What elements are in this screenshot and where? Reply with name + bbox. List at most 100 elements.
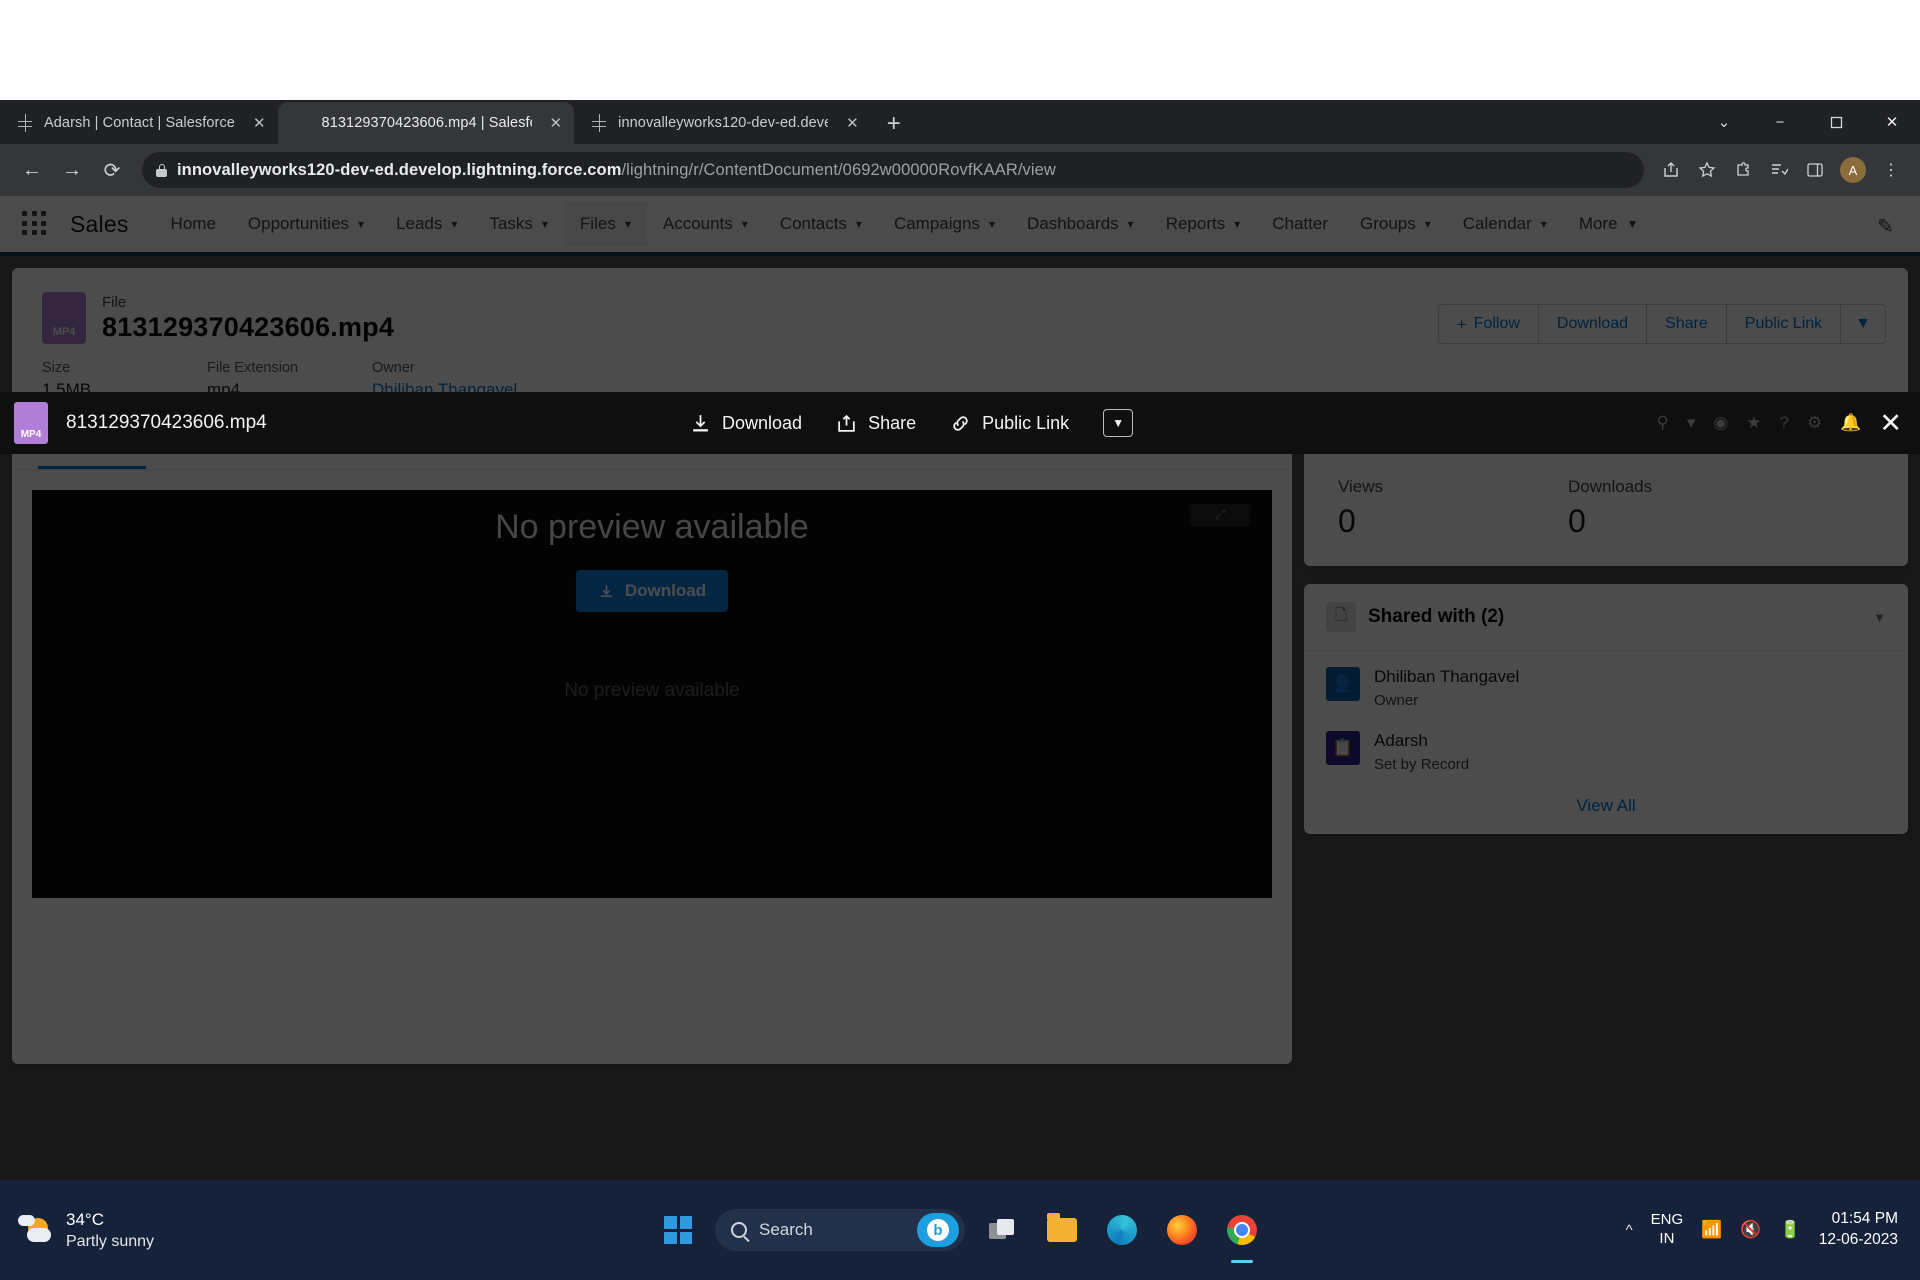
notifications-icon[interactable]: 🔔 bbox=[1840, 413, 1861, 433]
preview-download-button[interactable]: Download bbox=[575, 570, 729, 612]
weather-temp: 34°C bbox=[66, 1209, 104, 1229]
nav-item-calendar[interactable]: Calendar ▾ bbox=[1447, 202, 1563, 246]
share-button[interactable]: Share bbox=[1646, 304, 1726, 344]
nav-label: Files bbox=[579, 214, 616, 233]
pencil-icon[interactable]: ✎ bbox=[1877, 214, 1894, 239]
lang-line2: IN bbox=[1659, 1230, 1675, 1247]
weather-condition: Partly sunny bbox=[66, 1232, 155, 1250]
volume-muted-icon[interactable]: 🔇 bbox=[1740, 1220, 1761, 1240]
metric-views: Views 0 bbox=[1338, 477, 1568, 540]
close-icon[interactable]: ✕ bbox=[542, 114, 563, 132]
weather-widget[interactable]: 34°C Partly sunny bbox=[0, 1210, 154, 1251]
bookmark-star-icon[interactable] bbox=[1690, 153, 1724, 187]
page-title: 813129370423606.mp4 bbox=[102, 312, 395, 342]
nav-item-contacts[interactable]: Contacts ▾ bbox=[764, 202, 878, 246]
reading-list-icon[interactable] bbox=[1762, 153, 1796, 187]
battery-icon[interactable]: 🔋 bbox=[1780, 1220, 1801, 1240]
engagement-metrics: Views 0 Downloads 0 bbox=[1304, 459, 1908, 566]
overlay-more-button[interactable]: ▼ bbox=[1103, 409, 1134, 437]
nav-item-accounts[interactable]: Accounts ▾ bbox=[647, 202, 764, 246]
setup-assistant-icon[interactable]: ◉ bbox=[1713, 413, 1728, 433]
nav-item-campaigns[interactable]: Campaigns ▾ bbox=[878, 202, 1011, 246]
bing-chat-icon[interactable]: b bbox=[917, 1213, 959, 1247]
chevron-down-icon: ▾ bbox=[1234, 217, 1241, 231]
overlay-share-button[interactable]: Share bbox=[836, 413, 916, 434]
search-icon[interactable]: ⚲ bbox=[1656, 413, 1668, 433]
language-indicator[interactable]: ENG IN bbox=[1651, 1211, 1684, 1249]
nav-item-reports[interactable]: Reports ▾ bbox=[1150, 202, 1257, 246]
list-item[interactable]: 📋 Adarsh Set by Record bbox=[1304, 715, 1908, 779]
avatar[interactable]: A bbox=[1840, 157, 1866, 183]
favorites-icon[interactable]: ★ bbox=[1746, 413, 1761, 433]
sidepanel-icon[interactable] bbox=[1798, 153, 1832, 187]
share-icon[interactable] bbox=[1654, 153, 1688, 187]
nav-item-dashboards[interactable]: Dashboards ▾ bbox=[1011, 202, 1150, 246]
download-button[interactable]: Download bbox=[1537, 304, 1647, 344]
close-window-button[interactable]: ✕ bbox=[1864, 100, 1920, 144]
button-label: Download bbox=[624, 581, 707, 600]
nav-item-home[interactable]: Home bbox=[155, 202, 232, 246]
clock[interactable]: 01:54 PM 12-06-2023 bbox=[1819, 1209, 1898, 1251]
app-launcher-icon[interactable] bbox=[22, 211, 48, 237]
maximize-button[interactable] bbox=[1808, 100, 1864, 144]
new-tab-button[interactable]: + bbox=[871, 104, 917, 144]
system-tray: ^ ENG IN 📶 🔇 🔋 01:54 PM 12-06-2023 bbox=[1626, 1209, 1920, 1251]
edge-icon[interactable] bbox=[1099, 1207, 1145, 1253]
chrome-icon[interactable] bbox=[1219, 1207, 1265, 1263]
chevron-down-icon[interactable]: ▼ bbox=[1873, 610, 1886, 625]
metric-downloads: Downloads 0 bbox=[1568, 477, 1798, 540]
chevron-down-icon: ▾ bbox=[624, 217, 631, 231]
list-item[interactable]: 👤 Dhiliban Thangavel Owner bbox=[1304, 651, 1908, 715]
task-view-icon[interactable] bbox=[979, 1207, 1025, 1253]
firefox-icon[interactable] bbox=[1159, 1207, 1205, 1253]
address-bar[interactable]: innovalleyworks120-dev-ed.develop.lightn… bbox=[142, 152, 1644, 188]
nav-item-more[interactable]: More ▼ bbox=[1563, 202, 1655, 246]
nav-item-groups[interactable]: Groups ▾ bbox=[1344, 202, 1447, 246]
follow-button[interactable]: + Follow bbox=[1437, 304, 1538, 344]
chevron-down-icon: ▾ bbox=[1540, 217, 1547, 231]
shared-with-header[interactable]: 🗋 Shared with (2) ▼ bbox=[1304, 584, 1908, 651]
browser-tab[interactable]: Adarsh | Contact | Salesforce ✕ bbox=[0, 102, 278, 144]
browser-tab-active[interactable]: 813129370423606.mp4 | Salesfor ✕ bbox=[277, 102, 575, 144]
help-icon[interactable]: ? bbox=[1779, 413, 1788, 433]
expand-icon[interactable]: ⤢ bbox=[1190, 504, 1250, 526]
file-explorer-icon[interactable] bbox=[1039, 1207, 1085, 1253]
nav-label: Calendar bbox=[1462, 214, 1532, 233]
nav-item-chatter[interactable]: Chatter bbox=[1256, 202, 1344, 246]
wifi-icon[interactable]: 📶 bbox=[1701, 1220, 1722, 1240]
nav-item-opportunities[interactable]: Opportunities ▾ bbox=[232, 202, 380, 246]
file-preview-overlay-header: MP4 813129370423606.mp4 Download Share P… bbox=[0, 392, 1920, 454]
reload-button[interactable]: ⟳ bbox=[92, 150, 132, 190]
right-rail: File Engagement i Views 0 Downloads 0 bbox=[1304, 414, 1908, 852]
share-icon bbox=[838, 414, 855, 432]
start-button[interactable] bbox=[655, 1207, 701, 1253]
browser-tab[interactable]: innovalleyworks120-dev-ed.deve ✕ bbox=[574, 102, 871, 144]
overlay-public-link-button[interactable]: Public Link bbox=[950, 413, 1069, 434]
forward-button[interactable]: → bbox=[52, 150, 92, 190]
windows-taskbar: 34°C Partly sunny Search b ^ ENG IN 📶 🔇 … bbox=[0, 1180, 1920, 1280]
show-hidden-icons-icon[interactable]: ^ bbox=[1626, 1222, 1633, 1239]
close-icon[interactable]: ✕ bbox=[838, 114, 859, 132]
chevron-down-icon: ▾ bbox=[988, 217, 995, 231]
more-actions-button[interactable]: ▼ bbox=[1840, 304, 1886, 344]
file-type-icon: MP4 bbox=[42, 292, 86, 344]
close-icon[interactable]: ✕ bbox=[1879, 409, 1902, 437]
nav-item-tasks[interactable]: Tasks ▾ bbox=[473, 202, 564, 246]
chevron-down-icon[interactable]: ▾ bbox=[1687, 413, 1696, 433]
search-input[interactable]: Search b bbox=[715, 1209, 965, 1251]
gear-icon[interactable]: ⚙ bbox=[1807, 413, 1822, 433]
app-name[interactable]: Sales bbox=[70, 211, 129, 238]
view-all-link[interactable]: View All bbox=[1304, 779, 1908, 834]
browser-menu-button[interactable]: ⋮ bbox=[1874, 153, 1908, 187]
chevron-down-icon: ▾ bbox=[451, 217, 458, 231]
back-button[interactable]: ← bbox=[12, 150, 52, 190]
minimize-button[interactable]: − bbox=[1752, 100, 1808, 144]
nav-item-leads[interactable]: Leads ▾ bbox=[380, 202, 473, 246]
chevron-down-icon[interactable]: ⌄ bbox=[1696, 100, 1752, 144]
nav-item-files[interactable]: Files ▾ bbox=[563, 202, 647, 246]
extensions-puzzle-icon[interactable] bbox=[1726, 153, 1760, 187]
overlay-download-button[interactable]: Download bbox=[690, 413, 802, 434]
close-icon[interactable]: ✕ bbox=[245, 114, 266, 132]
public-link-button[interactable]: Public Link bbox=[1725, 304, 1841, 344]
nav-label: Dashboards bbox=[1026, 214, 1119, 233]
